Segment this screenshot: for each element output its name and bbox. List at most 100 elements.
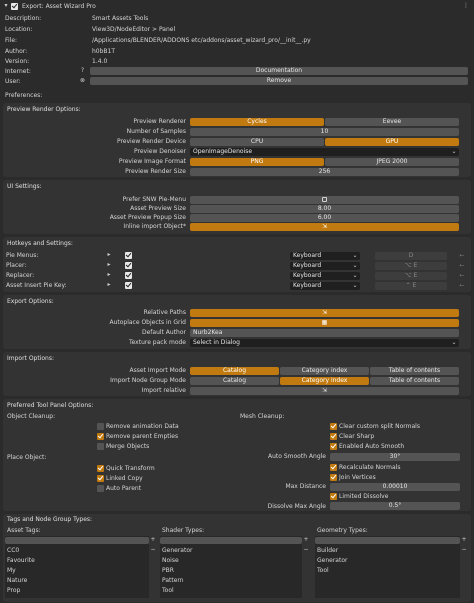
asset-tag-input[interactable]: [5, 537, 149, 544]
denoiser-value: OpenImageDenoise: [193, 148, 253, 155]
device-gpu-button[interactable]: GPU: [325, 138, 459, 146]
samples-field[interactable]: 10: [190, 128, 459, 136]
collapse-arrow-icon[interactable]: ▾: [3, 2, 9, 10]
format-jpeg2000-button[interactable]: JPEG 2000: [325, 158, 459, 166]
max-distance-field[interactable]: 0.00010: [330, 483, 460, 491]
add-icon[interactable]: +: [461, 536, 467, 544]
hotkey-enabled-checkbox[interactable]: [125, 272, 132, 279]
shader-types-title: Shader Types:: [162, 527, 205, 534]
hotkey-enabled-checkbox[interactable]: [125, 252, 132, 259]
merge-objects-checkbox[interactable]: [97, 443, 104, 450]
delete-icon[interactable]: ←: [458, 272, 466, 280]
hotkey-key-field[interactable]: ⌥ E: [375, 272, 447, 280]
list-item[interactable]: Builder: [317, 546, 338, 555]
list-item[interactable]: CC0: [7, 546, 19, 555]
hotkey-type-dropdown[interactable]: Keyboard ⌄: [290, 282, 360, 290]
remove-icon[interactable]: −: [150, 546, 156, 554]
chevron-down-icon: ⌄: [451, 339, 457, 346]
list-item[interactable]: Tool: [162, 586, 174, 595]
expand-arrow-icon[interactable]: ▸: [106, 251, 112, 259]
list-item[interactable]: Nature: [7, 576, 27, 585]
auto-parent-checkbox[interactable]: [97, 485, 104, 492]
node-mode-category[interactable]: Category index: [280, 377, 369, 385]
import-mode-toc[interactable]: Table of contents: [370, 367, 459, 375]
import-mode-category[interactable]: Category index: [280, 367, 369, 375]
prefer-pie-toggle[interactable]: [190, 196, 459, 204]
join-vertices-label: Join Vertices: [339, 474, 376, 481]
list-item[interactable]: Pattern: [162, 576, 184, 585]
expand-arrow-icon[interactable]: ▸: [106, 281, 112, 289]
shader-type-input[interactable]: [160, 537, 302, 544]
info-value-file: /Applications/BLENDER/ADDONS etc/addons/…: [92, 37, 311, 44]
import-mode-catalog[interactable]: Catalog: [190, 367, 279, 375]
auto-smooth-checkbox[interactable]: [330, 443, 337, 450]
geometry-type-input[interactable]: [315, 537, 460, 544]
list-item[interactable]: Noise: [162, 556, 179, 565]
popup-size-field[interactable]: 6.00: [190, 214, 459, 222]
denoiser-dropdown[interactable]: OpenImageDenoise ⌄: [190, 148, 459, 156]
hotkey-type-dropdown[interactable]: Keyboard ⌄: [290, 272, 360, 280]
node-mode-catalog[interactable]: Catalog: [190, 377, 279, 385]
join-vertices-checkbox[interactable]: [330, 474, 337, 481]
list-item[interactable]: Favourite: [7, 556, 35, 565]
list-item[interactable]: PBR: [162, 566, 174, 575]
format-png-button[interactable]: PNG: [190, 158, 324, 166]
hotkey-label: Pie Menus:: [6, 252, 39, 259]
list-item[interactable]: Generator: [317, 556, 347, 565]
hotkey-key-field[interactable]: ⌃ E: [375, 282, 447, 290]
list-item[interactable]: Generator: [162, 546, 192, 555]
delete-icon[interactable]: ←: [458, 282, 466, 290]
hotkey-key-field[interactable]: D: [375, 252, 447, 260]
documentation-button[interactable]: Documentation: [90, 67, 468, 75]
inline-import-toggle[interactable]: ⇲: [190, 223, 459, 231]
remove-button[interactable]: Remove: [90, 77, 468, 85]
list-item[interactable]: Prop: [7, 586, 20, 595]
renderer-eevee-button[interactable]: Eevee: [325, 118, 459, 126]
addon-title: Export: Asset Wizard Pro: [22, 3, 96, 10]
default-author-input[interactable]: Nurb2Kea: [190, 329, 459, 337]
tool-panel-title: Preferred Tool Panel Options:: [7, 402, 94, 409]
popup-size-label: Asset Preview Popup Size: [109, 214, 186, 221]
smooth-angle-field[interactable]: 30°: [330, 453, 460, 461]
remove-icon[interactable]: −: [303, 546, 309, 554]
linked-copy-label: Linked Copy: [106, 475, 143, 482]
relative-paths-toggle[interactable]: ⇲: [190, 309, 459, 317]
hotkey-type-dropdown[interactable]: Keyboard ⌄: [290, 262, 360, 270]
asset-tags-list[interactable]: [5, 536, 149, 598]
expand-arrow-icon[interactable]: ▸: [106, 271, 112, 279]
hotkey-enabled-checkbox[interactable]: [125, 282, 132, 289]
chevron-down-icon: ⌄: [352, 272, 358, 279]
addon-enabled-checkbox[interactable]: [11, 3, 18, 10]
clear-normals-checkbox[interactable]: [330, 423, 337, 430]
remove-icon[interactable]: −: [461, 546, 467, 554]
delete-icon[interactable]: ←: [458, 262, 466, 270]
hotkey-key-field[interactable]: ⌥ E: [375, 262, 447, 270]
remove-parent-checkbox[interactable]: [97, 433, 104, 440]
node-mode-toc[interactable]: Table of contents: [370, 377, 459, 385]
clear-sharp-checkbox[interactable]: [330, 433, 337, 440]
list-item[interactable]: My: [7, 566, 16, 575]
render-size-field[interactable]: 256: [190, 168, 459, 176]
hotkey-enabled-checkbox[interactable]: [125, 262, 132, 269]
info-label-file: File:: [5, 37, 18, 44]
import-relative-toggle[interactable]: ⇲: [190, 387, 459, 395]
add-icon[interactable]: +: [150, 536, 156, 544]
hotkey-type-dropdown[interactable]: Keyboard ⌄: [290, 252, 360, 260]
expand-arrow-icon[interactable]: ▸: [106, 261, 112, 269]
renderer-cycles-button[interactable]: Cycles: [190, 118, 324, 126]
list-item[interactable]: Tool: [317, 566, 329, 575]
device-cpu-button[interactable]: CPU: [190, 138, 324, 146]
add-icon[interactable]: +: [303, 536, 309, 544]
delete-icon[interactable]: ←: [458, 252, 466, 260]
linked-copy-checkbox[interactable]: [97, 475, 104, 482]
remove-animation-checkbox[interactable]: [97, 423, 104, 430]
texture-pack-dropdown[interactable]: Select in Dialog ⌄: [190, 339, 459, 347]
quick-transform-checkbox[interactable]: [97, 465, 104, 472]
limited-dissolve-checkbox[interactable]: [330, 493, 337, 500]
samples-label: Number of Samples: [126, 128, 186, 135]
recalc-normals-checkbox[interactable]: [330, 464, 337, 471]
options-icon[interactable]: ⋮: [462, 2, 470, 10]
autoplace-toggle[interactable]: ▦: [190, 319, 459, 327]
asset-preview-size-field[interactable]: 8.00: [190, 205, 459, 213]
dissolve-angle-field[interactable]: 0.5°: [330, 502, 460, 510]
